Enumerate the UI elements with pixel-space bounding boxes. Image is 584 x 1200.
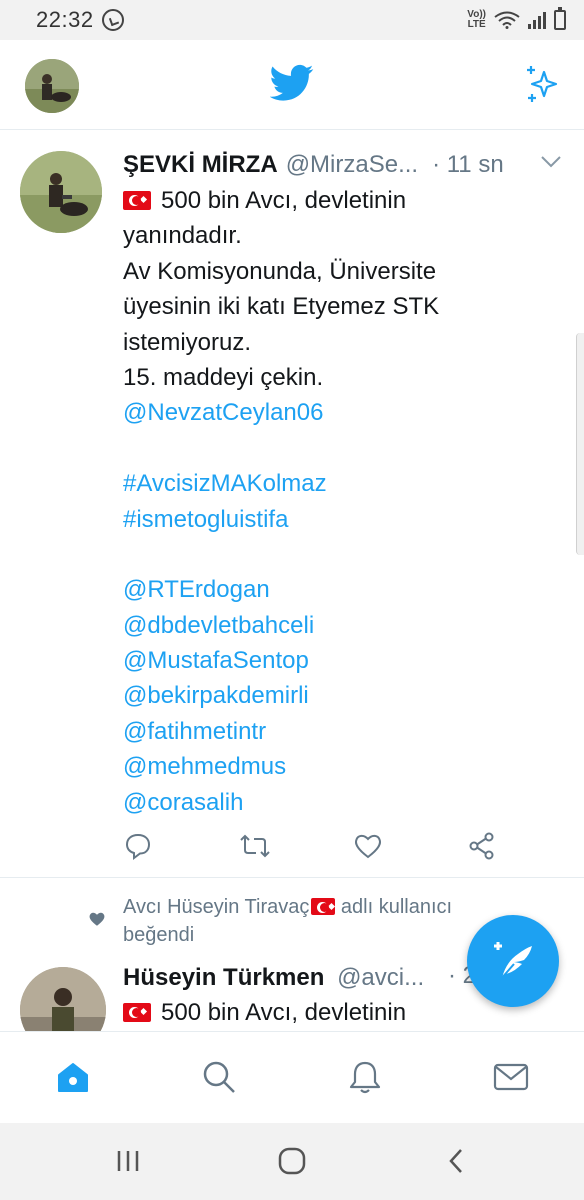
tweet-link[interactable]: @MustafaSentop xyxy=(123,643,563,678)
tweet-line-text: 15. maddeyi çekin. xyxy=(123,363,324,391)
tweet2-author-handle[interactable]: @avci... xyxy=(337,964,424,991)
tweet-author-name[interactable]: ŞEVKİ MİRZA xyxy=(123,151,278,179)
status-bar: 22:32 Vo)) LTE xyxy=(0,0,584,40)
tweet-link[interactable]: @bekirpakdemirli xyxy=(123,678,563,713)
nav-notifications[interactable] xyxy=(342,1054,388,1100)
liked-by-text: Avcı Hüseyin Tiravaç adlı kullanıcı beğe… xyxy=(123,893,503,949)
wifi-icon xyxy=(494,11,520,29)
battery-icon xyxy=(554,7,566,30)
tweet-line-text: üyesinin iki katı Etyemez STK xyxy=(123,293,440,321)
tweet-line-text: @bekirpakdemirli xyxy=(123,682,309,710)
app-header xyxy=(0,40,584,130)
tweet-actions xyxy=(0,826,584,866)
tweet-author-handle[interactable]: @MirzaSe... xyxy=(286,151,418,179)
tweet-text-line: istemiyoruz. xyxy=(123,325,563,360)
like-icon[interactable] xyxy=(348,826,388,866)
lte-label: LTE xyxy=(467,19,486,30)
tweet-link[interactable]: @dbdevletbahceli xyxy=(123,608,563,643)
tweet-avatar[interactable] xyxy=(20,151,102,233)
tweet-line-text: Av Komisyonunda, Üniversite xyxy=(123,257,437,285)
tweet-line-text: yanındadır. xyxy=(123,222,242,250)
signal-icon xyxy=(528,11,546,29)
whatsapp-icon xyxy=(101,9,124,31)
tweet-line-text: @dbdevletbahceli xyxy=(123,611,315,639)
tweet-line-text: #ismetogluistifa xyxy=(123,505,289,533)
home-icon xyxy=(58,1063,88,1092)
turkish-flag-icon xyxy=(311,898,336,915)
lte-indicator: Vo)) LTE xyxy=(467,10,486,30)
status-icons: Vo)) LTE xyxy=(467,7,566,30)
liked-by-suffix: adlı kullanıcı xyxy=(335,896,453,918)
sparkle-icon[interactable] xyxy=(524,64,564,104)
liked-by-line2: beğendi xyxy=(123,924,195,946)
nav-messages[interactable] xyxy=(488,1054,534,1100)
nav-search[interactable] xyxy=(196,1054,242,1100)
back-button[interactable] xyxy=(436,1143,476,1179)
tweet-line-text: istemiyoruz. xyxy=(123,328,252,356)
tweet-link[interactable]: @NevzatCeylan06 xyxy=(123,395,563,430)
heart-small-icon xyxy=(89,912,105,926)
recent-apps-icon xyxy=(117,1151,139,1171)
tweet-divider xyxy=(0,877,584,878)
tweet-header: ŞEVKİ MİRZA @MirzaSe... · 11 sn xyxy=(123,149,563,181)
tweet2-author-name[interactable]: Hüseyin Türkmen xyxy=(123,964,324,991)
tweet-link[interactable]: @corasalih xyxy=(123,785,563,820)
tweet-text-line xyxy=(123,537,563,572)
tweet-text-line xyxy=(123,431,563,466)
tweet-text-line: Av Komisyonunda, Üniversite xyxy=(123,254,563,289)
tweet-line-text: #AvcisizMAKolmaz xyxy=(123,470,327,498)
tweet-line-text: @mehmedmus xyxy=(123,753,287,781)
liked-by-user[interactable]: Avcı Hüseyin Tiravaç xyxy=(123,896,309,918)
tweet-link[interactable]: #AvcisizMAKolmaz xyxy=(123,466,563,501)
tweet-timestamp: · 11 sn xyxy=(432,151,504,178)
profile-avatar[interactable] xyxy=(25,59,79,113)
home-button[interactable] xyxy=(272,1143,312,1179)
tweet-link[interactable]: #ismetogluistifa xyxy=(123,502,563,537)
compose-tweet-button[interactable] xyxy=(467,915,559,1007)
turkish-flag-icon xyxy=(123,1003,151,1022)
tweet2-text-line: 500 bin Avcı, devletinin xyxy=(161,999,407,1026)
tweet-link[interactable]: @mehmedmus xyxy=(123,749,563,784)
tweet-line-text: @fatihmetintr xyxy=(123,717,267,745)
android-nav-bar xyxy=(0,1123,584,1200)
tweet-text: 500 bin Avcı, devletinin yanındadır. Av Ko… xyxy=(123,183,563,820)
android-home-icon xyxy=(278,1147,306,1175)
tweet-text-line: 15. maddeyi çekin. xyxy=(123,360,563,395)
tweet-line-text: 500 bin Avcı, devletinin xyxy=(161,187,407,214)
tweet-text-line: üyesinin iki katı Etyemez STK xyxy=(123,289,563,324)
search-icon xyxy=(203,1061,235,1093)
tweet-text-line: yanındadır. xyxy=(123,218,563,253)
retweet-icon[interactable] xyxy=(235,826,275,866)
tweet-line-text: @NevzatCeylan06 xyxy=(123,399,324,427)
tweet-link[interactable]: @fatihmetintr xyxy=(123,714,563,749)
back-icon xyxy=(449,1149,462,1173)
compose-feather-icon xyxy=(494,942,532,981)
scroll-indicator[interactable] xyxy=(576,333,584,555)
status-time: 22:32 xyxy=(36,7,94,32)
tweet-line-text: @corasalih xyxy=(123,788,244,816)
tweet-line-text: @MustafaSentop xyxy=(123,647,309,675)
share-icon[interactable] xyxy=(462,826,502,866)
chevron-down-icon[interactable] xyxy=(540,155,562,169)
tweet-text-line: 500 bin Avcı, devletinin xyxy=(123,183,563,218)
tweet[interactable]: ŞEVKİ MİRZA @MirzaSe... · 11 sn 500 bin … xyxy=(0,131,584,877)
bell-icon xyxy=(349,1061,381,1094)
reply-icon[interactable] xyxy=(118,826,158,866)
mail-icon xyxy=(493,1063,529,1091)
twitter-bird-icon xyxy=(270,64,314,101)
nav-home[interactable] xyxy=(50,1054,96,1100)
bottom-nav xyxy=(0,1031,584,1123)
tweet-link[interactable]: @RTErdogan xyxy=(123,572,563,607)
tweet-line-text: @RTErdogan xyxy=(123,576,270,604)
turkish-flag-icon xyxy=(123,191,151,210)
recent-apps-button[interactable] xyxy=(108,1143,148,1179)
